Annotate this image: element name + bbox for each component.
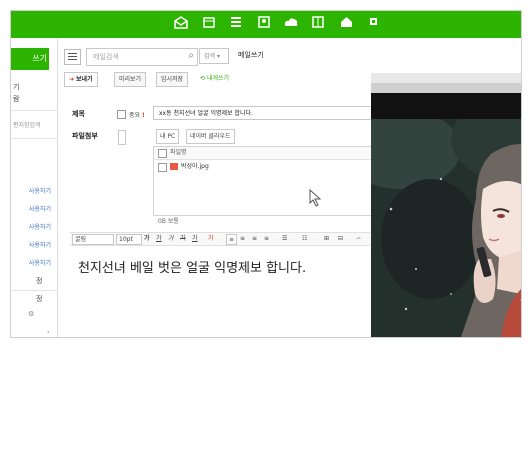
top-navigation-bar <box>11 11 521 38</box>
gear-icon[interactable]: ⚙ <box>28 310 34 318</box>
sidebar-link[interactable]: 사용하기 <box>29 204 51 213</box>
line-height-button[interactable]: ☰ <box>282 234 287 243</box>
overlay-frame-top <box>371 73 521 83</box>
overlay-frame-strip <box>371 83 521 93</box>
italic-button[interactable]: 가 <box>168 234 174 243</box>
attach-label: 파일첨부 <box>72 132 98 140</box>
table-edit-button[interactable]: ⊟ <box>338 234 343 243</box>
font-size-select[interactable]: 10pt <box>116 234 142 245</box>
mailbox-search-hint[interactable]: 편지함검색 <box>13 120 41 129</box>
notes-icon[interactable] <box>312 16 324 33</box>
sidebar-link[interactable]: 사용하기 <box>29 186 51 195</box>
align-left-button[interactable]: ≡ <box>226 234 238 245</box>
mail-body-text[interactable]: 천지선녀 베일 벗은 얼굴 익명제보 합니다. <box>78 257 306 276</box>
sidebar-divider <box>11 110 57 111</box>
search-placeholder: 메일검색 <box>93 53 119 61</box>
sidebar-divider <box>11 138 57 139</box>
sidebar-item[interactable]: 정 <box>36 294 42 304</box>
home-icon[interactable] <box>340 16 353 33</box>
filename-column-header: 파일명 <box>170 149 187 156</box>
underline-button[interactable]: 가 <box>156 234 162 243</box>
sidebar: 쓰기 기 람 편지함검색 사용하기 사용하기 사용하기 사용하기 사용하기 정 … <box>11 38 58 337</box>
attach-cloud-button[interactable]: 네이버 클라우드 <box>186 129 235 144</box>
save-draft-button[interactable]: 임시저장 <box>156 72 189 87</box>
mail-icon[interactable] <box>174 16 188 34</box>
file-checkbox[interactable] <box>158 163 167 172</box>
bold-button[interactable]: 가 <box>144 234 150 243</box>
attachment-size: 0B 보통 <box>158 218 179 225</box>
menu-button[interactable] <box>64 49 81 65</box>
cloud-icon[interactable] <box>284 16 299 33</box>
align-center-button[interactable]: ≡ <box>240 234 245 243</box>
sidebar-link[interactable]: 사용하기 <box>29 258 51 267</box>
attach-toggle-button[interactable] <box>118 130 126 145</box>
select-all-checkbox[interactable] <box>158 149 167 158</box>
chevron-right-icon[interactable]: › <box>47 328 50 336</box>
write-mail-button[interactable]: 쓰기 <box>11 48 49 70</box>
subject-input[interactable]: xx동 천지선녀 얼굴 익명제보 합니다. <box>153 106 393 120</box>
list-icon[interactable] <box>230 16 242 33</box>
sidebar-link[interactable]: 사용하기 <box>29 240 51 249</box>
send-button[interactable]: ➜ 보내기 <box>64 72 98 87</box>
search-scope-dropdown[interactable]: 검색 ▾ <box>199 48 229 64</box>
font-color-button[interactable]: 가 <box>192 234 198 243</box>
align-right-button[interactable]: ≡ <box>252 234 257 243</box>
overlay-frame-dark <box>371 93 521 119</box>
font-family-select[interactable]: 굴림 <box>72 234 114 245</box>
sidebar-item[interactable]: 람 <box>13 94 19 104</box>
preview-button[interactable]: 미리보기 <box>114 72 147 87</box>
attachment-list: 파일명 박성아.jpg <box>153 146 395 216</box>
attachment-filename: 박성아.jpg <box>181 163 209 170</box>
image-file-icon <box>170 163 178 170</box>
settings-icon[interactable] <box>368 16 379 32</box>
special-char-button[interactable]: ∽ <box>356 234 361 243</box>
page-title: 메일쓰기 <box>238 51 264 59</box>
sidebar-item[interactable]: 기 <box>13 82 19 92</box>
mail-search-input[interactable]: 메일검색 ⌕ <box>86 48 198 66</box>
attachment-header: 파일명 <box>154 147 394 160</box>
sidebar-divider <box>11 290 57 291</box>
list-button[interactable]: ☷ <box>302 234 307 243</box>
sidebar-item[interactable]: 정 <box>36 276 42 286</box>
strikethrough-button[interactable]: 가 <box>180 234 186 243</box>
search-icon[interactable]: ⌕ <box>188 50 194 61</box>
write-to-me-button[interactable]: ⟲ 내게쓰기 <box>196 72 233 85</box>
webtoon-image-overlay <box>371 73 521 337</box>
contacts-icon[interactable] <box>258 16 270 33</box>
attach-pc-button[interactable]: 내 PC <box>156 129 180 144</box>
important-checkbox[interactable] <box>117 110 126 119</box>
sidebar-link[interactable]: 사용하기 <box>29 222 51 231</box>
editor-toolbar: 굴림 10pt 가 가 가 가 가 가 ≡ ≡ ≡ ≡ ☰ ☷ ⊞ ⊟ ∽ <box>70 232 370 246</box>
table-button[interactable]: ⊞ <box>324 234 329 243</box>
mouse-cursor-icon <box>309 189 322 207</box>
calendar-icon[interactable] <box>203 16 215 33</box>
mail-app-screenshot: 쓰기 기 람 편지함검색 사용하기 사용하기 사용하기 사용하기 사용하기 정 … <box>10 10 522 338</box>
important-label: 중요 ! <box>129 112 145 119</box>
portrait-illustration <box>371 119 521 337</box>
align-justify-button[interactable]: ≡ <box>264 234 269 243</box>
subject-label: 제목 <box>72 110 85 118</box>
highlight-button[interactable]: 가 <box>208 234 214 243</box>
send-arrow-icon: ➜ <box>69 76 75 83</box>
compose-area: 메일검색 ⌕ 검색 ▾ 메일쓰기 ➜ 보내기 미리보기 임시저장 ⟲ 내게쓰기 제… <box>58 38 521 337</box>
